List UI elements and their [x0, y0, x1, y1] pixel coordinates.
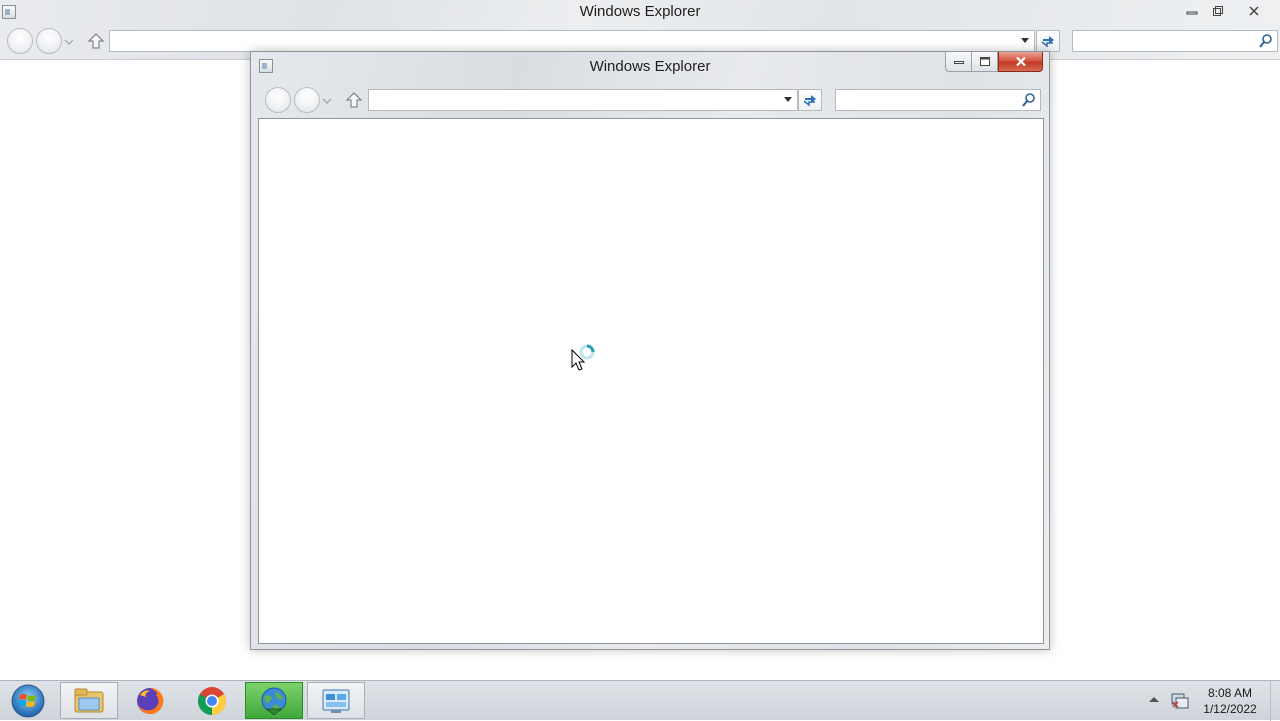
system-clock[interactable]: 8:08 AM 1/12/2022 [1198, 685, 1262, 717]
taskbar-firefox[interactable] [121, 682, 179, 719]
recent-pages-dropdown-icon[interactable] [64, 37, 74, 47]
show-desktop-button[interactable] [1270, 681, 1280, 721]
clock-date: 1/12/2022 [1203, 702, 1257, 716]
search-input[interactable] [835, 89, 1041, 111]
refresh-icon [1041, 36, 1054, 48]
close-icon [1249, 6, 1259, 16]
chevron-down-icon [1021, 38, 1029, 43]
chrome-icon [198, 686, 226, 715]
window-title: Windows Explorer [589, 58, 711, 75]
up-arrow-icon[interactable] [87, 32, 105, 50]
search-input[interactable] [1072, 30, 1278, 52]
taskbar-control-panel[interactable] [307, 682, 365, 719]
clock-time: 8:08 AM [1207, 686, 1253, 700]
busy-cursor-icon [571, 344, 595, 371]
control-panel-icon [322, 689, 350, 713]
folder-icon [74, 688, 104, 712]
maximize-button[interactable] [971, 52, 998, 72]
address-dropdown[interactable] [781, 90, 795, 110]
network-icon[interactable] [1170, 691, 1190, 711]
forward-button[interactable] [36, 28, 62, 54]
search-icon [1259, 34, 1272, 48]
minimize-icon [953, 60, 964, 64]
caption-buttons [945, 52, 1043, 72]
refresh-icon [803, 95, 816, 107]
close-button[interactable] [998, 52, 1043, 72]
forward-button[interactable] [294, 87, 320, 113]
refresh-button[interactable] [798, 89, 822, 111]
address-dropdown[interactable] [1018, 31, 1032, 51]
globe-download-icon [261, 687, 287, 716]
back-button[interactable] [7, 28, 33, 54]
chevron-down-icon [784, 97, 792, 102]
back-button[interactable] [265, 87, 291, 113]
content-pane[interactable] [258, 118, 1044, 644]
taskbar-download-manager[interactable] [245, 682, 303, 719]
refresh-button[interactable] [1036, 30, 1060, 52]
taskbar-chrome[interactable] [183, 682, 241, 719]
close-icon [1015, 56, 1026, 67]
up-arrow-icon[interactable] [345, 91, 363, 109]
windows-orb-icon [11, 684, 45, 718]
recent-pages-dropdown-icon[interactable] [322, 96, 332, 106]
minimize-icon [1186, 11, 1198, 15]
window-title: Windows Explorer [579, 3, 701, 20]
maximize-icon [979, 57, 990, 66]
firefox-icon [137, 687, 164, 714]
minimize-button[interactable] [1180, 2, 1204, 20]
close-button[interactable] [1242, 2, 1266, 20]
address-bar[interactable] [368, 89, 798, 111]
restore-icon [1213, 6, 1223, 16]
taskbar: 8:08 AM 1/12/2022 [0, 680, 1280, 721]
show-hidden-icons-chevron-up-icon[interactable] [1148, 695, 1160, 705]
search-icon [1022, 93, 1035, 107]
address-bar[interactable] [109, 30, 1035, 52]
start-button[interactable] [6, 682, 50, 720]
minimize-button[interactable] [945, 52, 972, 72]
taskbar-file-explorer[interactable] [60, 682, 118, 719]
restore-button[interactable] [1206, 2, 1230, 20]
front-explorer-window[interactable]: Windows Explorer [250, 51, 1050, 650]
